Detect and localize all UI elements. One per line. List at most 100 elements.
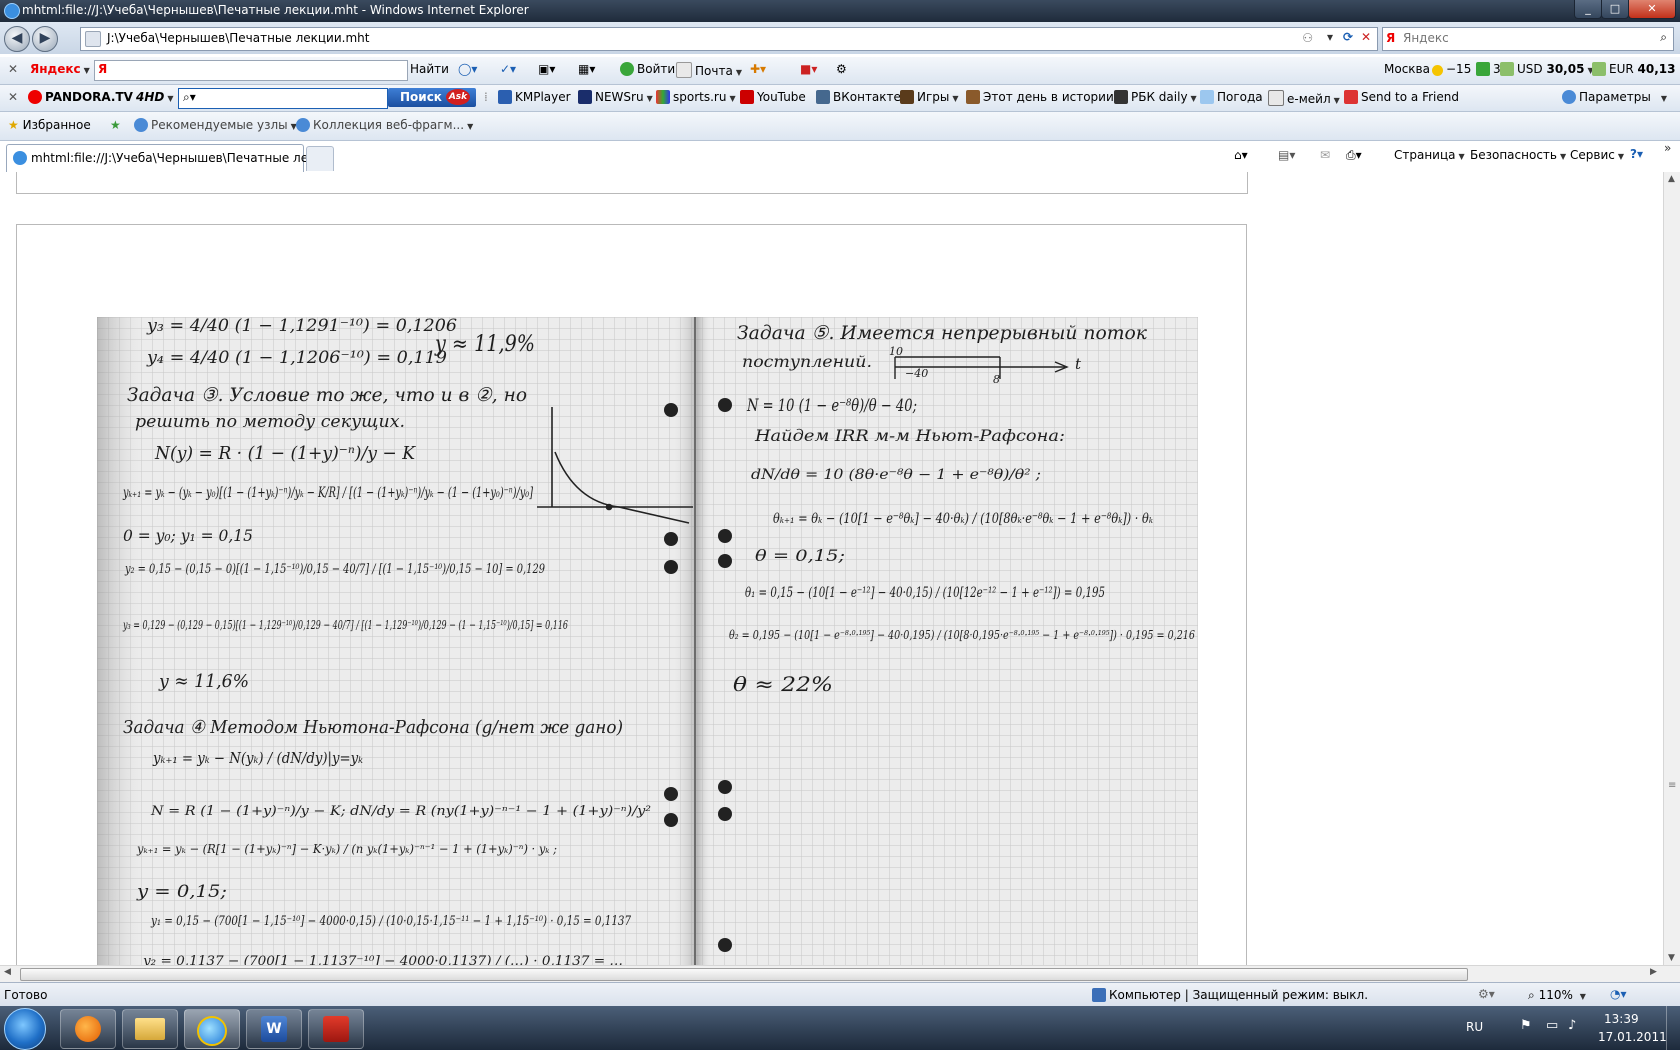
grid-icon[interactable]: ▦▾ xyxy=(578,62,595,76)
link-vkontakte[interactable]: ВКонтакте xyxy=(816,90,901,104)
taskbar-acrobat[interactable] xyxy=(308,1009,364,1049)
link-sports[interactable]: sports.ru ▼ xyxy=(656,90,736,104)
feeds-icon[interactable]: ▤▾ xyxy=(1278,148,1295,162)
taskbar-word[interactable]: W xyxy=(246,1009,302,1049)
mail-icon xyxy=(676,62,692,78)
read-mail-icon[interactable]: ✉ xyxy=(1320,148,1330,162)
pandora-search-input[interactable]: ⌕▾ xyxy=(178,88,388,109)
back-button[interactable]: ◀ xyxy=(4,26,30,52)
pandora-brand-suffix: 4HD xyxy=(135,90,165,104)
language-indicator[interactable]: RU xyxy=(1466,1020,1483,1034)
tab-active[interactable]: mhtml:file://J:\Учеба\Чернышев\Печатные … xyxy=(6,144,327,172)
yandex-search-icon: Я xyxy=(1386,31,1396,45)
taskbar-explorer[interactable] xyxy=(122,1009,178,1049)
favorites-bar: ★ Избранное ★ Рекомендуемые узлы ▼ Коллек… xyxy=(0,112,1680,141)
new-tab-button[interactable] xyxy=(306,146,334,171)
tray-volume-icon[interactable]: ♪ xyxy=(1568,1018,1576,1033)
clock-date[interactable]: 17.01.2011 xyxy=(1598,1030,1667,1044)
chat-icon[interactable]: ◯▾ xyxy=(458,62,477,76)
home-icon[interactable]: ⌂▾ xyxy=(1234,148,1248,162)
check-icon[interactable]: ✓▾ xyxy=(500,62,516,76)
find-button[interactable]: Найти xyxy=(410,62,449,76)
youtube-icon xyxy=(740,90,754,104)
link-this-day[interactable]: Этот день в истории▼ xyxy=(966,90,1123,104)
settings-gear-icon[interactable]: ⚙ xyxy=(836,62,847,76)
apps-icon[interactable]: ■▾ xyxy=(800,62,817,76)
compat-view-icon[interactable]: ◔▾ xyxy=(1610,987,1627,1001)
chevron-more-icon[interactable]: » xyxy=(1664,141,1671,155)
link-email[interactable]: е-мейл ▼ xyxy=(1268,90,1340,106)
zoom-control[interactable]: ⌕ 110% ▼ xyxy=(1528,988,1586,1003)
refresh-icon[interactable]: ⟳ xyxy=(1343,30,1353,44)
forward-button[interactable]: ▶ xyxy=(32,26,58,52)
minimize-button[interactable]: _ xyxy=(1574,0,1602,19)
search-icon[interactable]: ⌕ xyxy=(1660,30,1667,45)
link-send-friend[interactable]: Send to a Friend xyxy=(1344,90,1459,104)
notes-svg: y₃ = 4/40 (1 − 1,1291⁻¹⁰) = 0,1206 y₄ = 4… xyxy=(97,317,1198,965)
login-button[interactable]: Войти xyxy=(620,62,675,76)
webslice-gallery[interactable]: Коллекция веб-фрагм... ▼ xyxy=(296,118,473,132)
scroll-left-icon[interactable]: ◀ xyxy=(4,967,11,977)
link-kmplayer[interactable]: KMPlayer xyxy=(498,90,571,104)
eur-widget[interactable]: EUR 40,13 xyxy=(1592,62,1676,76)
toolbar-close-icon[interactable]: ✕ xyxy=(8,90,18,104)
traffic-widget[interactable]: 3 xyxy=(1476,62,1501,76)
search-input[interactable] xyxy=(1401,30,1645,46)
vertical-scrollbar[interactable]: ▲ ≡ ▼ xyxy=(1663,172,1680,965)
help-icon[interactable]: ?▾ xyxy=(1630,147,1643,161)
start-button[interactable] xyxy=(4,1008,46,1050)
link-newsru[interactable]: NEWSru ▼ xyxy=(578,90,653,104)
mail-button[interactable]: Почта ▼ xyxy=(676,62,742,78)
popup-icon[interactable]: ⚙▾ xyxy=(1478,987,1495,1001)
horizontal-scrollbar[interactable]: ◀ ▶ xyxy=(0,965,1680,983)
pandora-search-button[interactable]: Поиск Ask xyxy=(388,88,476,107)
tray-flag-icon[interactable]: ⚑ xyxy=(1520,1018,1532,1033)
window-title: mhtml:file://J:\Учеба\Чернышев\Печатные … xyxy=(22,3,529,17)
compat-icon[interactable]: ⚇ xyxy=(1302,31,1313,45)
add-favorites-icon[interactable]: ★ xyxy=(110,118,121,132)
ie-icon xyxy=(197,1016,227,1046)
clock-time[interactable]: 13:39 xyxy=(1604,1012,1639,1026)
security-menu[interactable]: Безопасность ▼ xyxy=(1470,148,1566,162)
link-rbc[interactable]: РБК daily ▼ xyxy=(1114,90,1197,104)
yandex-menu[interactable]: Яндекс ▼ xyxy=(30,62,90,76)
taskbar-ie[interactable] xyxy=(184,1009,240,1049)
layout-icon[interactable]: ▣▾ xyxy=(538,62,555,76)
params-menu[interactable]: Параметры ▼ xyxy=(1562,90,1667,104)
content-panel-main: y₃ = 4/40 (1 − 1,1291⁻¹⁰) = 0,1206 y₄ = 4… xyxy=(16,224,1247,965)
pandora-brand: PANDORA.TV xyxy=(45,90,133,104)
eur-icon xyxy=(1592,62,1606,76)
scroll-right-icon[interactable]: ▶ xyxy=(1650,967,1657,977)
link-weather[interactable]: Погода xyxy=(1200,90,1263,104)
taskbar-firefox[interactable] xyxy=(60,1009,116,1049)
zone-label: Компьютер | Защищенный режим: выкл. xyxy=(1109,988,1369,1002)
search-box[interactable]: Я ⌕ xyxy=(1382,27,1674,51)
close-button[interactable]: ✕ xyxy=(1628,0,1676,19)
usd-widget[interactable]: USD 30,05 ▼ xyxy=(1500,62,1594,76)
addons-icon[interactable]: ✚▾ xyxy=(750,62,766,76)
scroll-thumb[interactable] xyxy=(20,968,1468,981)
dropdown-icon[interactable]: ▾ xyxy=(1327,30,1333,44)
print-icon[interactable]: ⎙▾ xyxy=(1346,148,1362,163)
favorites-button[interactable]: ★ Избранное xyxy=(8,118,91,132)
weather-widget[interactable]: −15 xyxy=(1432,62,1471,76)
page-content: y₃ = 4/40 (1 − 1,1291⁻¹⁰) = 0,1206 y₄ = 4… xyxy=(0,172,1663,965)
recommended-label: Рекомендуемые узлы xyxy=(151,118,288,132)
link-youtube[interactable]: YouTube xyxy=(740,90,806,104)
scroll-up-icon[interactable]: ▲ xyxy=(1668,174,1675,184)
show-desktop-button[interactable] xyxy=(1666,1006,1680,1050)
yandex-search-input[interactable]: Я xyxy=(94,60,408,81)
maximize-button[interactable]: □ xyxy=(1601,0,1629,19)
address-input[interactable]: J:\Учеба\Чернышев\Печатные лекции.mht ⚇ … xyxy=(80,27,1378,51)
link-games[interactable]: Игры ▼ xyxy=(900,90,959,104)
recommended-sites[interactable]: Рекомендуемые узлы ▼ xyxy=(134,118,297,132)
stop-icon[interactable]: ✕ xyxy=(1361,30,1371,44)
tools-menu[interactable]: Сервис ▼ xyxy=(1570,148,1624,162)
scroll-down-icon[interactable]: ▼ xyxy=(1668,953,1675,963)
scroll-thumb-grip-icon[interactable]: ≡ xyxy=(1668,780,1676,791)
toolbar-close-icon[interactable]: ✕ xyxy=(8,62,18,76)
page-menu[interactable]: Страница ▼ xyxy=(1394,148,1465,162)
pandora-menu[interactable]: PANDORA.TV 4HD ▼ xyxy=(28,90,173,104)
city-label[interactable]: Москва xyxy=(1384,62,1430,76)
tray-network-icon[interactable]: ▭ xyxy=(1546,1018,1558,1033)
